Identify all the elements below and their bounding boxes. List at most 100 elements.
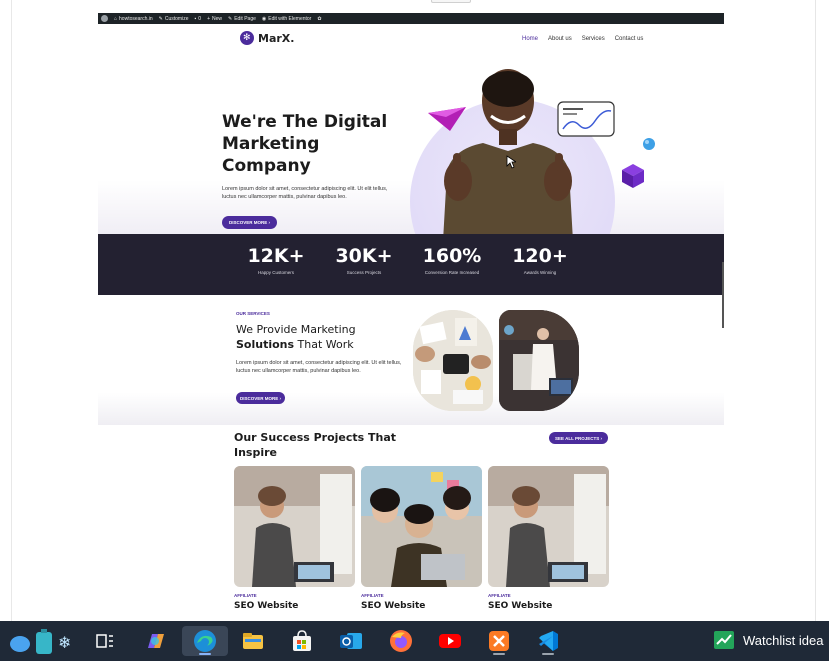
screen: ⌂ howtosearch.in ✎ Customize ▪ 0 + New ✎… — [0, 0, 829, 661]
projects-section: Our Success Projects That Inspire SEE AL… — [98, 425, 724, 621]
services-image-presenter — [499, 310, 579, 411]
stat-item: 160% Conversion Rate Increased — [407, 245, 497, 275]
project-card[interactable]: AFFILIATE SEO Website — [488, 466, 609, 615]
mouse-cursor-icon — [506, 155, 516, 169]
main-nav: Home About us Services Contact us — [522, 36, 643, 42]
services-text: Lorem ipsum dolor sit amet, consectetur … — [236, 360, 402, 374]
weather-widget[interactable]: ❄ — [4, 626, 74, 656]
microsoft-store-icon — [293, 630, 311, 651]
stat-item: 30K+ Success Projects — [319, 245, 409, 275]
project-tag: AFFILIATE — [234, 593, 257, 598]
project-tag: AFFILIATE — [361, 593, 384, 598]
services-title-line1: We Provide Marketing — [236, 323, 356, 336]
admin-bar-site[interactable]: ⌂ howtosearch.in — [114, 16, 153, 22]
stat-label: Awards Winning — [523, 270, 557, 275]
project-image-presenter — [234, 466, 355, 587]
right-sidebar-edge — [815, 0, 829, 621]
watchlist-widget[interactable]: Watchlist idea — [713, 630, 823, 650]
hero-section: We're The Digital Marketing Company Lore… — [98, 54, 724, 304]
wp-logo-icon[interactable] — [101, 15, 108, 22]
website-preview: ⌂ howtosearch.in ✎ Customize ▪ 0 + New ✎… — [98, 13, 724, 621]
copilot-button[interactable] — [140, 626, 170, 656]
purple-cube-icon — [622, 164, 644, 188]
firefox-button[interactable] — [386, 626, 416, 656]
youtube-button[interactable] — [435, 626, 465, 656]
stat-value: 160% — [422, 245, 482, 267]
hero-discover-button[interactable]: DISCOVER MORE › — [222, 216, 277, 229]
projects-title: Our Success Projects That Inspire — [234, 431, 397, 459]
blue-sphere-icon — [643, 138, 655, 150]
stat-value: 12K+ — [247, 245, 305, 267]
admin-bar-comments[interactable]: ▪ 0 — [195, 16, 202, 22]
left-sidebar-edge — [0, 0, 12, 621]
nav-contact[interactable]: Contact us — [615, 36, 644, 42]
browser-tab-stub[interactable] — [431, 0, 471, 3]
vscode-icon — [539, 631, 558, 651]
copilot-icon — [148, 634, 164, 648]
site-logo[interactable]: MarX. — [240, 31, 294, 45]
task-view-button[interactable] — [90, 626, 120, 656]
xampp-icon — [489, 631, 509, 651]
project-title[interactable]: SEO Website — [361, 601, 425, 611]
outlook-icon — [340, 633, 362, 649]
services-title-rest: That Work — [294, 338, 354, 351]
stat-label: Success Projects — [346, 270, 382, 275]
wp-admin-bar: ⌂ howtosearch.in ✎ Customize ▪ 0 + New ✎… — [98, 13, 724, 24]
nav-services[interactable]: Services — [582, 36, 605, 42]
running-indicator — [493, 653, 505, 655]
hero-title: We're The Digital Marketing Company — [222, 112, 388, 176]
task-view-icon — [96, 634, 113, 648]
stock-chart-icon — [714, 631, 734, 649]
stat-value: 30K+ — [335, 245, 393, 267]
services-title: We Provide Marketing Solutions That Work — [236, 322, 406, 352]
stat-item: 120+ Awards Winning — [495, 245, 585, 275]
project-card[interactable]: AFFILIATE SEO Website — [234, 466, 355, 615]
store-button[interactable] — [287, 626, 317, 656]
weather-icon: ❄ — [10, 629, 71, 654]
stat-value: 120+ — [512, 245, 568, 267]
stat-label: Happy Customers — [257, 270, 294, 275]
project-image-team — [361, 466, 482, 587]
outlook-button[interactable] — [336, 626, 366, 656]
project-tag: AFFILIATE — [488, 593, 511, 598]
services-eyebrow: OUR SERVICES — [236, 311, 270, 316]
edge-icon — [194, 630, 216, 652]
active-indicator — [199, 653, 211, 655]
stats-band: 12K+ Happy Customers 30K+ Success Projec… — [98, 234, 724, 295]
youtube-icon — [439, 634, 461, 648]
watchlist-text: Watchlist idea — [743, 632, 824, 648]
services-title-bold: Solutions — [236, 338, 295, 351]
file-explorer-button[interactable] — [238, 626, 268, 656]
admin-bar-customize[interactable]: ✎ Customize — [159, 16, 189, 22]
admin-bar-extra-icon[interactable]: ✿ — [317, 16, 321, 22]
nav-home[interactable]: Home — [522, 36, 538, 42]
running-indicator — [542, 653, 554, 655]
page-scrollbar-thumb[interactable] — [722, 262, 724, 328]
stat-label: Conversion Rate Increased — [424, 270, 480, 275]
project-card[interactable]: AFFILIATE SEO Website — [361, 466, 482, 615]
file-explorer-icon — [243, 633, 263, 649]
services-section: OUR SERVICES We Provide Marketing Soluti… — [98, 295, 724, 425]
vscode-button[interactable] — [533, 626, 563, 656]
admin-bar-edit-page[interactable]: ✎ Edit Page — [228, 16, 256, 22]
project-title[interactable]: SEO Website — [488, 601, 552, 611]
edge-button[interactable] — [182, 626, 228, 656]
admin-bar-elementor[interactable]: ◉ Edit with Elementor — [262, 16, 311, 22]
windows-taskbar: ❄ Watchlist idea — [0, 621, 829, 661]
services-discover-button[interactable]: DISCOVER MORE › — [236, 392, 285, 404]
project-title[interactable]: SEO Website — [234, 601, 298, 611]
nav-about[interactable]: About us — [548, 36, 572, 42]
xampp-button[interactable] — [484, 626, 514, 656]
services-image-desk — [413, 310, 493, 411]
logo-text: MarX. — [258, 31, 295, 45]
stat-item: 12K+ Happy Customers — [231, 245, 321, 275]
firefox-icon — [390, 630, 412, 652]
admin-bar-new[interactable]: + New — [207, 16, 222, 22]
site-header: MarX. Home About us Services Contact us — [98, 24, 724, 54]
project-image-presenter — [488, 466, 609, 587]
hero-person-image — [443, 69, 573, 241]
svg-text:❄: ❄ — [58, 633, 71, 652]
see-all-projects-button[interactable]: SEE ALL PROJECTS › — [549, 432, 608, 444]
browser-top-edge — [0, 0, 829, 7]
hero-text: Lorem ipsum dolor sit amet, consectetur … — [222, 186, 388, 200]
